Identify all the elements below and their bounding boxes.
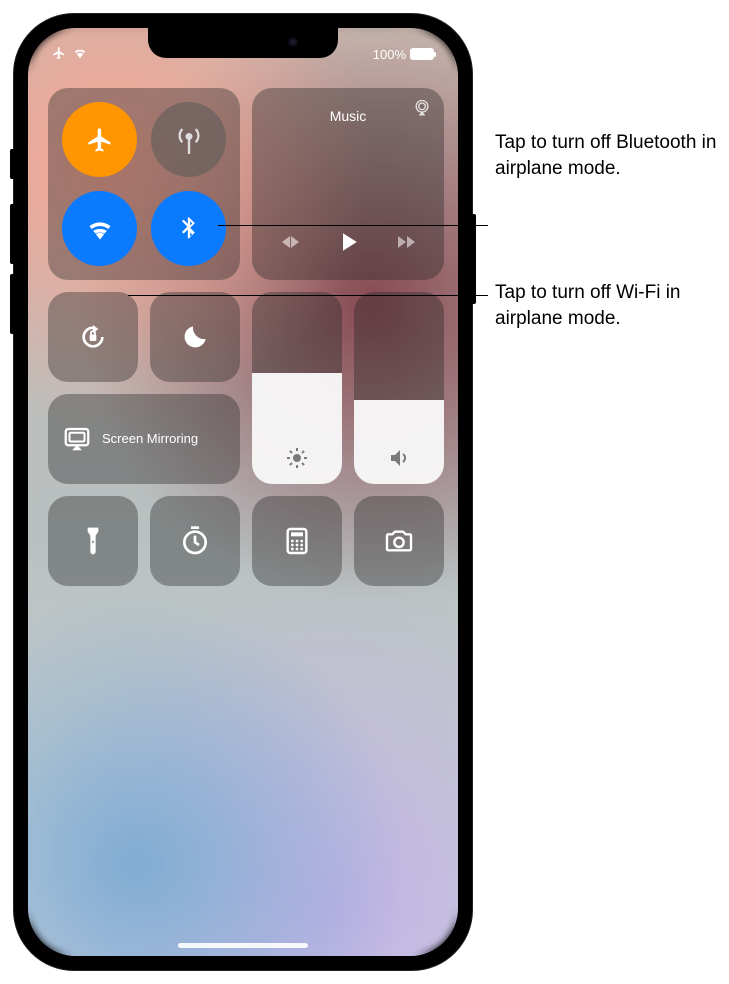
volume-down-button	[10, 274, 15, 334]
sun-icon	[285, 446, 309, 470]
screen: 100%	[28, 28, 458, 956]
flashlight-button[interactable]	[48, 496, 138, 586]
do-not-disturb-button[interactable]	[150, 292, 240, 382]
antenna-icon	[175, 126, 203, 154]
calculator-icon	[281, 525, 313, 557]
side-button	[471, 214, 476, 304]
control-center: Music	[48, 88, 440, 586]
orientation-lock-button[interactable]	[48, 292, 138, 382]
callout-bluetooth: Tap to turn off Bluetooth in airplane mo…	[495, 130, 720, 181]
brightness-slider[interactable]	[252, 292, 342, 484]
volume-up-button	[10, 204, 15, 264]
airplane-mode-toggle[interactable]	[62, 102, 137, 177]
mute-switch	[10, 149, 15, 179]
volume-slider[interactable]	[354, 292, 444, 484]
screen-mirroring-label: Screen Mirroring	[102, 431, 198, 447]
cellular-data-toggle[interactable]	[151, 102, 226, 177]
bluetooth-toggle[interactable]	[151, 191, 226, 266]
battery-percent: 100%	[373, 47, 406, 62]
calculator-button[interactable]	[252, 496, 342, 586]
connectivity-group[interactable]	[48, 88, 240, 280]
airplay-icon[interactable]	[412, 98, 432, 123]
wifi-status-icon	[72, 46, 88, 63]
moon-icon	[179, 321, 211, 353]
callout-wifi: Tap to turn off Wi‑Fi in airplane mode.	[495, 280, 720, 331]
iphone-frame: 100%	[14, 14, 472, 970]
screen-mirroring-button[interactable]: Screen Mirroring	[48, 394, 240, 484]
music-title: Music	[330, 108, 367, 124]
now-playing-card[interactable]: Music	[252, 88, 444, 280]
callout-line-bluetooth	[218, 225, 488, 226]
airplane-icon	[86, 126, 114, 154]
bluetooth-icon	[175, 215, 203, 243]
camera-icon	[383, 525, 415, 557]
next-track-button[interactable]	[394, 230, 418, 259]
camera-button[interactable]	[354, 496, 444, 586]
wifi-icon	[86, 215, 114, 243]
callout-wifi-text: Tap to turn off Wi‑Fi in airplane mode.	[495, 282, 681, 329]
callout-line-wifi	[128, 295, 488, 296]
screen-mirroring-icon	[62, 424, 92, 454]
wifi-toggle[interactable]	[62, 191, 137, 266]
transport-controls	[262, 227, 434, 262]
speaker-icon	[387, 446, 411, 470]
previous-track-button[interactable]	[278, 230, 302, 259]
orientation-lock-icon	[77, 321, 109, 353]
flashlight-icon	[77, 525, 109, 557]
play-button[interactable]	[333, 227, 363, 262]
timer-button[interactable]	[150, 496, 240, 586]
callout-bluetooth-text: Tap to turn off Bluetooth in airplane mo…	[495, 132, 716, 179]
airplane-status-icon	[52, 46, 66, 63]
home-indicator[interactable]	[178, 943, 308, 948]
timer-icon	[179, 525, 211, 557]
battery-icon	[410, 48, 434, 60]
notch	[148, 28, 338, 58]
